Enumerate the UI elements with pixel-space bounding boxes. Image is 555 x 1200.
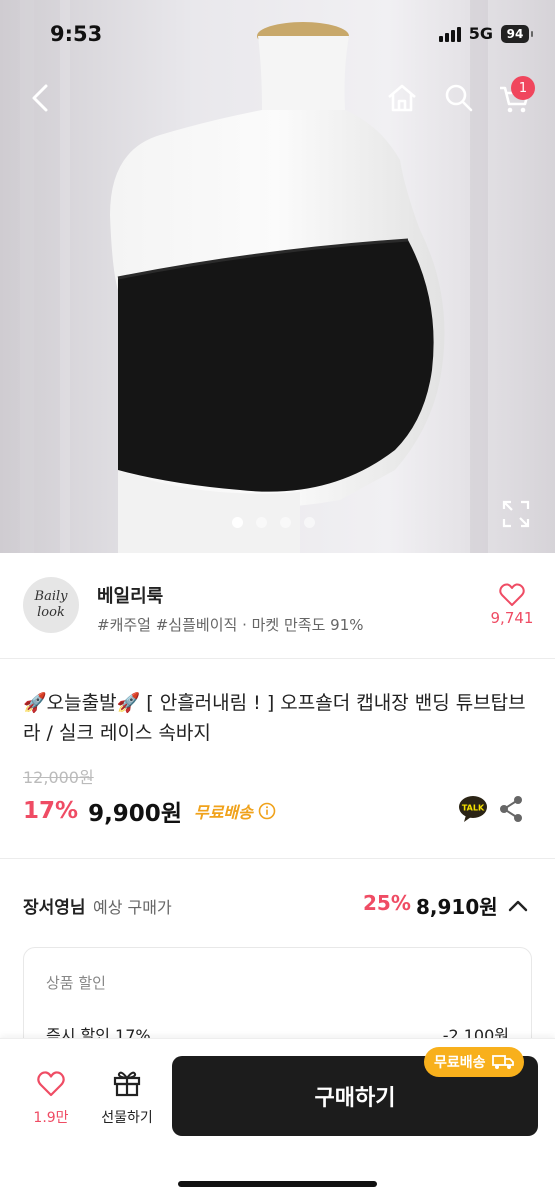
chevron-up-icon: [508, 900, 528, 912]
product-image-carousel[interactable]: 9:53 5G 94 1: [0, 0, 555, 553]
seller-logo[interactable]: Baily look: [23, 577, 79, 633]
fullscreen-button[interactable]: [500, 498, 532, 530]
search-icon: [445, 84, 473, 112]
gift-button[interactable]: 선물하기: [92, 1069, 162, 1127]
carousel-dots: [232, 517, 315, 528]
gift-icon: [113, 1071, 141, 1097]
seller-logo-text: look: [37, 605, 65, 620]
talk-label: TALK: [462, 804, 485, 813]
free-shipping-label: 무료배송: [193, 803, 253, 822]
gift-label: 선물하기: [101, 1110, 153, 1126]
home-button[interactable]: [384, 80, 420, 116]
truck-icon: [491, 1055, 514, 1069]
heart-icon: [499, 583, 525, 606]
share-button[interactable]: [498, 795, 524, 823]
share-icon: [500, 796, 522, 822]
expected-price-section[interactable]: 장서영님 예상 구매가 25% 8,910원: [0, 870, 555, 940]
seller-name[interactable]: 베일리룩: [97, 582, 163, 608]
status-indicators: 5G 94: [438, 24, 533, 43]
chevron-left-icon: [32, 84, 48, 112]
home-icon: [388, 84, 416, 112]
sale-price: 9,900원: [88, 801, 182, 827]
carousel-dot[interactable]: [280, 517, 291, 528]
heart-icon: [37, 1071, 65, 1097]
back-button[interactable]: [24, 80, 60, 116]
seller-tags: #캐주얼 #심플베이직 · 마켓 만족도 91%: [97, 616, 364, 634]
battery-icon: 94: [501, 24, 533, 43]
product-title: 🚀오늘출발🚀 [ 안흘러내림 ! ] 오프숄더 캡내장 밴딩 튜브탑브라 / 실…: [23, 692, 526, 744]
expected-toggle-button[interactable]: [505, 894, 531, 918]
network-label: 5G: [468, 24, 493, 43]
cart-count-badge: 1: [511, 76, 535, 100]
carousel-dot[interactable]: [232, 517, 243, 528]
free-shipping-badge: 무료배송: [424, 1047, 524, 1077]
seller-section[interactable]: Baily look 베일리룩 #캐주얼 #심플베이직 · 마켓 만족도 91%…: [0, 553, 555, 659]
status-bar: 9:53 5G 94: [0, 0, 555, 70]
expected-user-name: 장서영님: [23, 898, 86, 918]
expand-icon: [502, 500, 530, 528]
wish-count: 1.9만: [33, 1110, 69, 1126]
kakao-talk-icon: TALK: [459, 796, 487, 822]
expected-label: 예상 구매가: [93, 898, 172, 917]
discount-rate: 17%: [23, 798, 79, 824]
carousel-dot[interactable]: [256, 517, 267, 528]
signal-icon: [438, 26, 461, 42]
status-time: 9:53: [50, 22, 103, 46]
carousel-dot[interactable]: [304, 517, 315, 528]
section-divider: [0, 858, 555, 868]
seller-like-count: 9,741: [490, 609, 534, 627]
home-indicator: [178, 1181, 377, 1187]
price-row: 17% 9,900원 무료배송: [23, 794, 276, 828]
seller-logo-text: Baily: [34, 589, 68, 604]
free-shipping-badge-label: 무료배송: [434, 1055, 486, 1071]
expected-price: 8,910원: [416, 895, 498, 919]
bottom-action-bar: 1.9만 선물하기 구매하기 무료배송: [0, 1038, 555, 1200]
kakao-talk-button[interactable]: TALK: [458, 795, 488, 823]
search-button[interactable]: [441, 80, 477, 116]
seller-like-button[interactable]: 9,741: [486, 583, 538, 627]
info-icon[interactable]: [258, 802, 276, 820]
wish-button[interactable]: 1.9만: [23, 1071, 79, 1127]
original-price: 12,000원: [23, 768, 94, 787]
expected-discount-rate: 25%: [363, 891, 411, 915]
discount-box-title: 상품 할인: [46, 974, 106, 992]
